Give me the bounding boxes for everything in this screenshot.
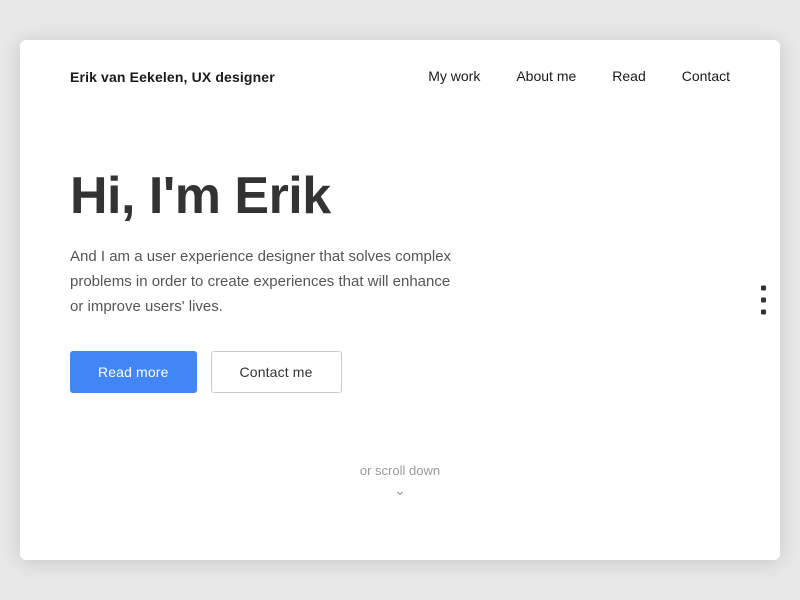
scroll-down-label: or scroll down [360,463,440,478]
nav-link-mywork[interactable]: My work [428,68,480,84]
side-dot-3 [761,310,766,315]
nav-item-contact[interactable]: Contact [682,68,730,86]
hero-heading: Hi, I'm Erik [70,168,730,225]
chevron-down-icon: ⌄ [20,482,780,499]
side-dot-1 [761,286,766,291]
nav-link-contact[interactable]: Contact [682,68,730,84]
scroll-down-area: or scroll down ⌄ [20,433,780,523]
site-logo: Erik van Eekelen, UX designer [70,69,275,85]
nav-item-read[interactable]: Read [612,68,645,86]
hero-section: Hi, I'm Erik And I am a user experience … [20,108,780,433]
side-dots [761,286,766,315]
nav-link-aboutme[interactable]: About me [516,68,576,84]
nav-item-aboutme[interactable]: About me [516,68,576,86]
contact-me-button[interactable]: Contact me [211,351,342,393]
nav-item-mywork[interactable]: My work [428,68,480,86]
browser-window: Erik van Eekelen, UX designer My work Ab… [20,40,780,560]
navbar: Erik van Eekelen, UX designer My work Ab… [20,40,780,108]
nav-link-read[interactable]: Read [612,68,645,84]
hero-subtext: And I am a user experience designer that… [70,245,460,319]
side-dot-2 [761,298,766,303]
nav-links: My work About me Read Contact [428,68,730,86]
hero-buttons: Read more Contact me [70,351,730,393]
read-more-button[interactable]: Read more [70,351,197,393]
